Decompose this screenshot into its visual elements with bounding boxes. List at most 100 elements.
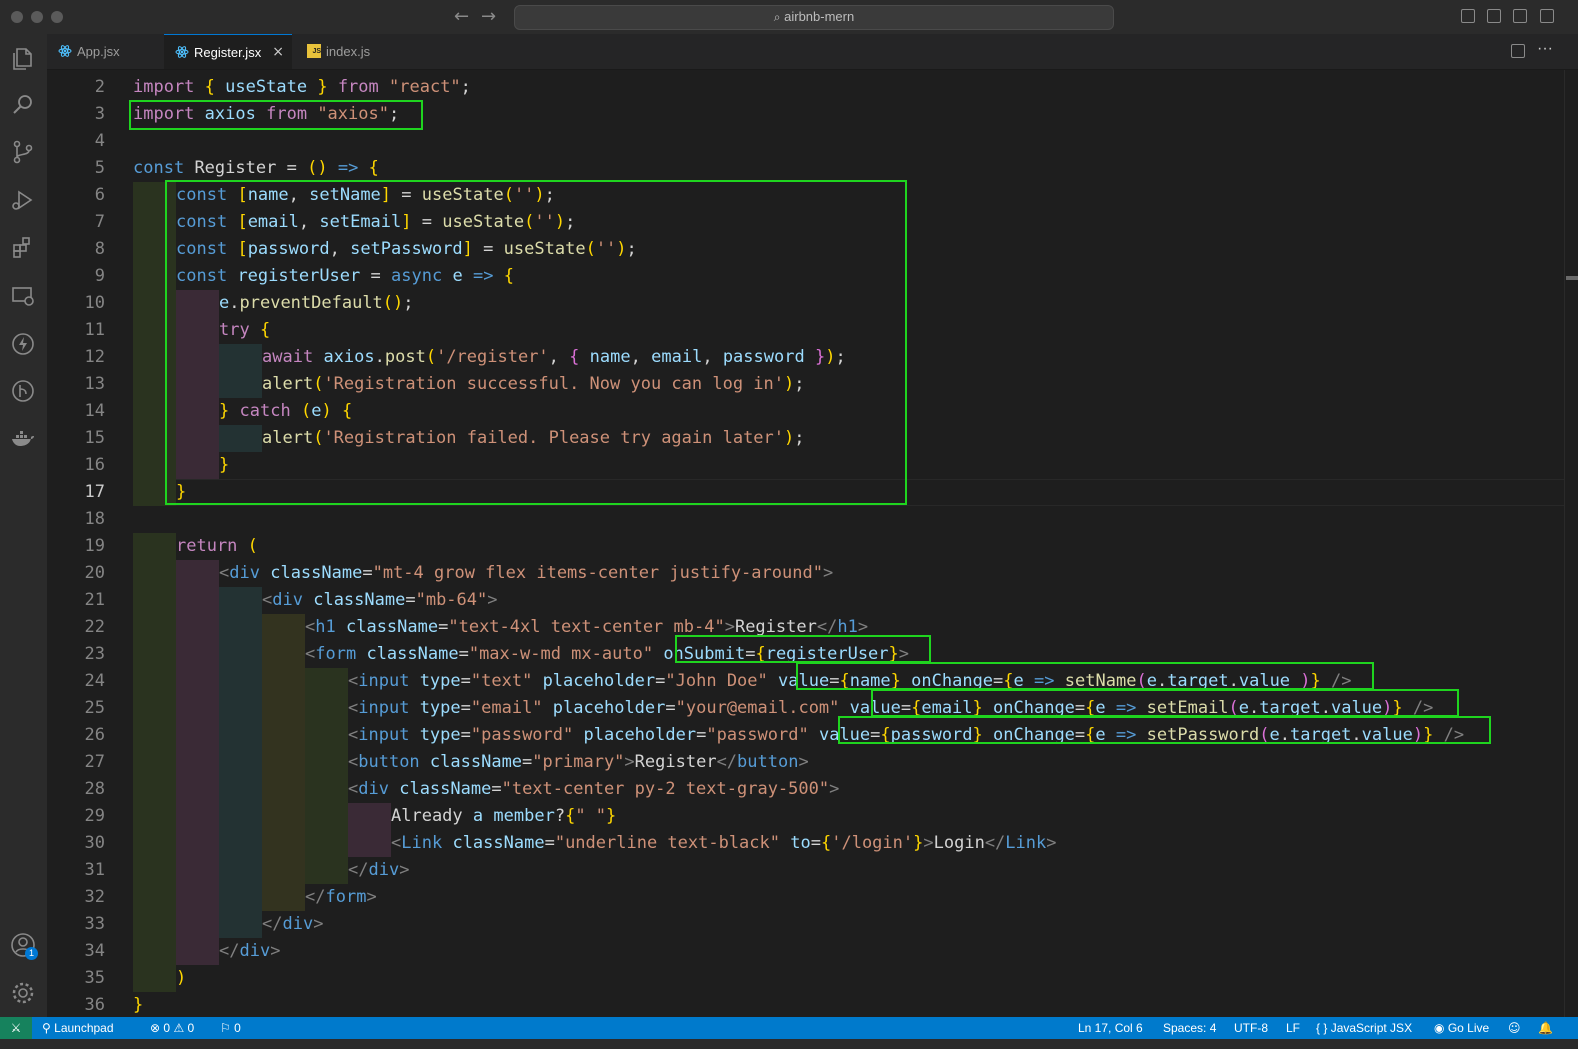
indent-guide [219, 857, 262, 884]
code-line[interactable]: try { [219, 317, 270, 344]
line-number: 36 [84, 995, 105, 1015]
files-icon[interactable] [9, 44, 37, 72]
back-arrow-icon[interactable]: ← [454, 6, 469, 27]
ports-item[interactable]: ⚐ 0 [220, 1017, 241, 1039]
extensions-icon[interactable] [9, 234, 37, 262]
source-control-icon[interactable] [9, 138, 37, 166]
activity-bar: 1 [0, 34, 47, 1025]
indent-guide [133, 209, 176, 236]
forward-arrow-icon[interactable]: → [481, 6, 496, 27]
tab-register-jsx[interactable]: Register.jsx × [164, 34, 292, 69]
go-live-button[interactable]: ◉ Go Live [1434, 1017, 1489, 1039]
indent-guide [176, 938, 219, 965]
notifications-bell-icon[interactable]: 🔔 [1538, 1017, 1553, 1039]
code-line[interactable]: <div className="mb-64"> [262, 587, 498, 614]
indent-guide [262, 641, 305, 668]
remote-explorer-icon[interactable] [9, 282, 37, 310]
code-line[interactable]: </div> [348, 857, 409, 884]
indent-guide [133, 371, 176, 398]
code-line[interactable]: const registerUser = async e => { [176, 263, 514, 290]
indentation[interactable]: Spaces: 4 [1163, 1017, 1216, 1039]
code-line[interactable]: } catch (e) { [219, 398, 352, 425]
line-number: 28 [84, 779, 105, 799]
toggle-primary-sidebar-icon[interactable] [1461, 9, 1475, 23]
language-mode[interactable]: { } JavaScript JSX [1316, 1017, 1412, 1039]
code-line[interactable]: <h1 className="text-4xl text-center mb-4… [305, 614, 868, 641]
indent-guide [262, 830, 305, 857]
line-number: 29 [84, 806, 105, 826]
code-line[interactable]: <input type="password" placeholder="pass… [348, 722, 1464, 749]
indent-guide [133, 668, 176, 695]
customize-layout-icon[interactable] [1540, 9, 1554, 23]
code-line[interactable]: const [name, setName] = useState(''); [176, 182, 555, 209]
code-line[interactable]: await axios.post('/register', { name, em… [262, 344, 846, 371]
toggle-panel-icon[interactable] [1487, 9, 1501, 23]
toggle-secondary-sidebar-icon[interactable] [1513, 9, 1527, 23]
indent-guide [133, 695, 176, 722]
docker-icon[interactable] [9, 425, 37, 453]
code-line[interactable]: } [176, 479, 186, 506]
indent-guide [176, 857, 219, 884]
git-graph-icon[interactable] [9, 377, 37, 405]
code-line[interactable]: return ( [176, 533, 258, 560]
end-of-line[interactable]: LF [1286, 1017, 1300, 1039]
code-line[interactable]: const [email, setEmail] = useState(''); [176, 209, 575, 236]
code-line[interactable]: } [219, 452, 229, 479]
ports-icon: ⚐ [220, 1021, 231, 1035]
problems-item[interactable]: ⊗ 0 ⚠ 0 [150, 1017, 194, 1039]
more-actions-icon[interactable]: ··· [1537, 40, 1553, 58]
code-line[interactable]: <form className="max-w-md mx-auto" onSub… [305, 641, 909, 668]
remote-indicator[interactable]: ⚔ [0, 1017, 32, 1039]
tab-index-js[interactable]: JS index.js [296, 34, 412, 69]
tab-app-jsx[interactable]: App.jsx [47, 34, 163, 69]
code-editor[interactable]: 2 3 4 5 6 7 8 9 10 11 12 13 14 15 16 17 18 19 20 21 22 23 24 25… [47, 70, 1578, 1017]
go-live-label: Go Live [1447, 1021, 1490, 1035]
code-line[interactable]: </form> [305, 884, 377, 911]
code-line[interactable]: <input type="text" placeholder="John Doe… [348, 668, 1352, 695]
indent-guide [219, 344, 262, 371]
code-line[interactable]: <Link className="underline text-black" t… [391, 830, 1057, 857]
code-line[interactable]: </div> [219, 938, 280, 965]
code-line[interactable]: const Register = () => { [133, 155, 379, 182]
feedback-icon[interactable]: ☺ [1508, 1017, 1521, 1039]
split-editor-icon[interactable] [1511, 44, 1525, 58]
code-line[interactable]: <input type="email" placeholder="your@em… [348, 695, 1433, 722]
code-line[interactable]: alert('Registration successful. Now you … [262, 371, 805, 398]
indent-guide [176, 884, 219, 911]
code-line[interactable]: Already a member?{" "} [391, 803, 616, 830]
code-line[interactable]: <button className="primary">Register</bu… [348, 749, 809, 776]
settings-gear-icon[interactable] [9, 979, 37, 1007]
cursor-position[interactable]: Ln 17, Col 6 [1078, 1017, 1143, 1039]
code-line[interactable]: const [password, setPassword] = useState… [176, 236, 637, 263]
close-icon[interactable]: × [272, 35, 284, 70]
minimize-window-button[interactable] [31, 11, 43, 23]
indent-guide [133, 560, 176, 587]
indent-guide [133, 533, 176, 560]
launchpad-item[interactable]: ⚲ Launchpad [42, 1017, 114, 1039]
thunder-client-icon[interactable] [9, 330, 37, 358]
indent-guide [176, 371, 219, 398]
search-icon[interactable] [9, 91, 37, 119]
code-line[interactable]: import axios from "axios"; [133, 101, 399, 128]
code-area[interactable]: import { useState } from "react"; import … [133, 70, 1578, 1017]
code-line[interactable]: <div className="mt-4 grow flex items-cen… [219, 560, 833, 587]
zoom-window-button[interactable] [51, 11, 63, 23]
line-number: 12 [84, 347, 105, 367]
code-line[interactable]: ) [176, 965, 186, 992]
scrollbar-thumb[interactable] [1566, 276, 1578, 280]
line-number: 7 [94, 212, 105, 232]
code-line[interactable]: </div> [262, 911, 323, 938]
line-number: 32 [84, 887, 105, 907]
encoding[interactable]: UTF-8 [1234, 1017, 1268, 1039]
command-center-search[interactable]: ⌕ airbnb-mern [514, 5, 1114, 30]
code-line[interactable]: import { useState } from "react"; [133, 74, 471, 101]
window-title: airbnb-mern [784, 9, 855, 24]
code-line[interactable]: } [133, 992, 143, 1019]
close-window-button[interactable] [11, 11, 23, 23]
code-line[interactable]: <div className="text-center py-2 text-gr… [348, 776, 839, 803]
editor-scrollbar[interactable] [1564, 70, 1578, 1017]
code-line[interactable]: alert('Registration failed. Please try a… [262, 425, 805, 452]
react-icon [175, 46, 189, 58]
run-debug-icon[interactable] [9, 186, 37, 214]
code-line[interactable]: e.preventDefault(); [219, 290, 414, 317]
